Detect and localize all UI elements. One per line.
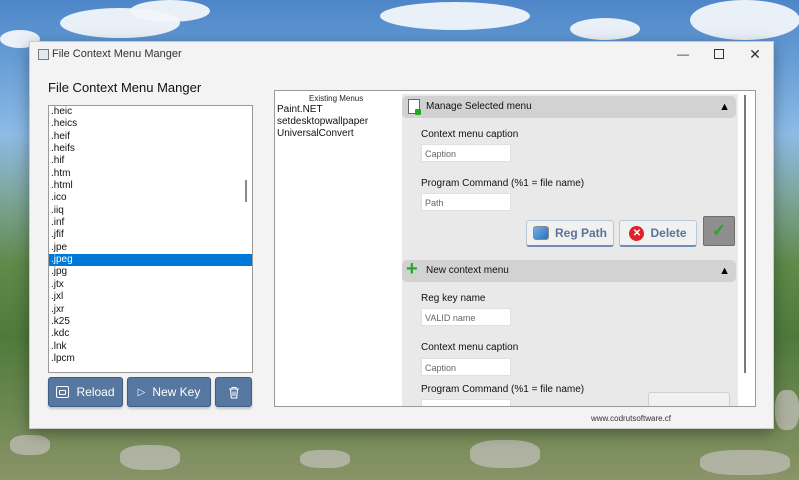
plus-icon: + <box>406 258 418 280</box>
new-key-label: New Key <box>152 385 201 399</box>
extension-list-item[interactable]: .jfif <box>49 229 252 241</box>
extension-list[interactable]: .heic .heics .heif .heifs .hif .htm .html .ico.… <box>48 105 253 373</box>
reload-icon <box>56 386 70 398</box>
new-key-button[interactable]: ▷ New Key <box>127 377 211 407</box>
reg-path-button[interactable]: Reg Path <box>526 220 614 247</box>
extension-list-item[interactable]: .jpe <box>49 242 252 254</box>
manage-section-title: Manage Selected menu <box>426 101 532 112</box>
extension-list-item[interactable]: .heics <box>49 118 252 130</box>
menu-item-setdesktopwallpaper[interactable]: setdesktopwallpaper <box>277 116 368 127</box>
maximize-icon <box>714 49 724 59</box>
manage-section-header[interactable]: Manage Selected menu ▲ <box>402 96 736 118</box>
new-command-label: Program Command (%1 = file name) <box>421 384 585 395</box>
extension-list-item[interactable]: .lpcm <box>49 353 252 365</box>
play-icon: ▷ <box>137 386 146 398</box>
trash-icon <box>228 386 239 399</box>
menu-editor-area: Manage Selected menu ▲ Context menu capt… <box>402 94 738 406</box>
command-label: Program Command (%1 = file name) <box>421 178 585 189</box>
extension-list-item[interactable]: .lnk <box>49 341 252 353</box>
minimize-button[interactable]: — <box>666 44 700 64</box>
app-window: File Context Menu Manger — ✕ File Contex… <box>29 41 774 429</box>
reg-path-label: Reg Path <box>554 226 607 240</box>
extension-list-item[interactable]: .inf <box>49 217 252 229</box>
editor-scrollbar[interactable] <box>744 95 746 373</box>
collapse-triangle-icon[interactable]: ▲ <box>719 265 730 277</box>
new-section-header[interactable]: + New context menu ▲ <box>402 258 736 282</box>
delete-button[interactable]: ✕ Delete <box>619 220 697 247</box>
close-window-button[interactable]: ✕ <box>738 44 772 64</box>
menus-panel: Existing Menus Paint.NET setdesktopwallp… <box>274 90 756 407</box>
maximize-button[interactable] <box>702 44 736 64</box>
new-caption-label: Context menu caption <box>421 342 519 353</box>
extension-list-item[interactable]: .heif <box>49 131 252 143</box>
caption-input[interactable]: Caption <box>421 144 511 162</box>
extension-list-item[interactable]: .jxr <box>49 304 252 316</box>
reg-key-input[interactable]: VALID name <box>421 308 511 326</box>
app-icon <box>38 49 49 60</box>
menu-item-universalconvert[interactable]: UniversalConvert <box>277 128 354 139</box>
extension-list-scrollbar[interactable] <box>245 180 247 202</box>
command-input[interactable]: Path <box>421 193 511 211</box>
extension-list-item[interactable]: .jtx <box>49 279 252 291</box>
existing-menus-label: Existing Menus <box>309 94 364 103</box>
new-section-title: New context menu <box>426 265 509 276</box>
window-title: File Context Menu Manger <box>52 48 182 60</box>
footer-link[interactable]: www.codrutsoftware.cf <box>591 414 671 423</box>
reload-button[interactable]: Reload <box>48 377 123 407</box>
extension-list-item[interactable]: .k25 <box>49 316 252 328</box>
extension-list-item[interactable]: .heifs <box>49 143 252 155</box>
collapse-triangle-icon[interactable]: ▲ <box>719 101 730 113</box>
new-caption-input[interactable]: Caption <box>421 358 511 376</box>
extension-list-item[interactable]: .htm <box>49 168 252 180</box>
extension-list-item[interactable]: .hif <box>49 155 252 167</box>
save-button[interactable]: ✓ <box>703 216 735 246</box>
title-bar[interactable]: File Context Menu Manger — ✕ <box>30 42 773 66</box>
extension-list-item[interactable]: .iiq <box>49 205 252 217</box>
extension-list-item[interactable]: .jpg <box>49 266 252 278</box>
reload-label: Reload <box>76 385 115 399</box>
new-command-input[interactable] <box>421 399 511 406</box>
extension-list-item[interactable]: .jpeg <box>49 254 252 267</box>
extension-list-item[interactable]: .ico <box>49 192 252 204</box>
extension-list-item[interactable]: .kdc <box>49 328 252 340</box>
extension-list-item[interactable]: .heic <box>49 106 252 118</box>
delete-label: Delete <box>650 226 687 240</box>
minimize-icon: — <box>677 47 689 61</box>
registry-icon <box>532 226 549 240</box>
delete-x-icon: ✕ <box>629 225 645 241</box>
menu-item-paint-net[interactable]: Paint.NET <box>277 104 323 115</box>
add-button[interactable] <box>648 392 730 406</box>
reg-key-label: Reg key name <box>421 293 486 304</box>
close-icon: ✕ <box>749 45 761 62</box>
delete-key-button[interactable] <box>215 377 252 407</box>
extension-list-item[interactable]: .html <box>49 180 252 192</box>
page-heading: File Context Menu Manger <box>48 80 202 95</box>
checkmark-icon: ✓ <box>711 221 727 240</box>
extension-list-item[interactable]: .jxl <box>49 291 252 303</box>
document-icon <box>408 99 421 115</box>
caption-label: Context menu caption <box>421 129 519 140</box>
